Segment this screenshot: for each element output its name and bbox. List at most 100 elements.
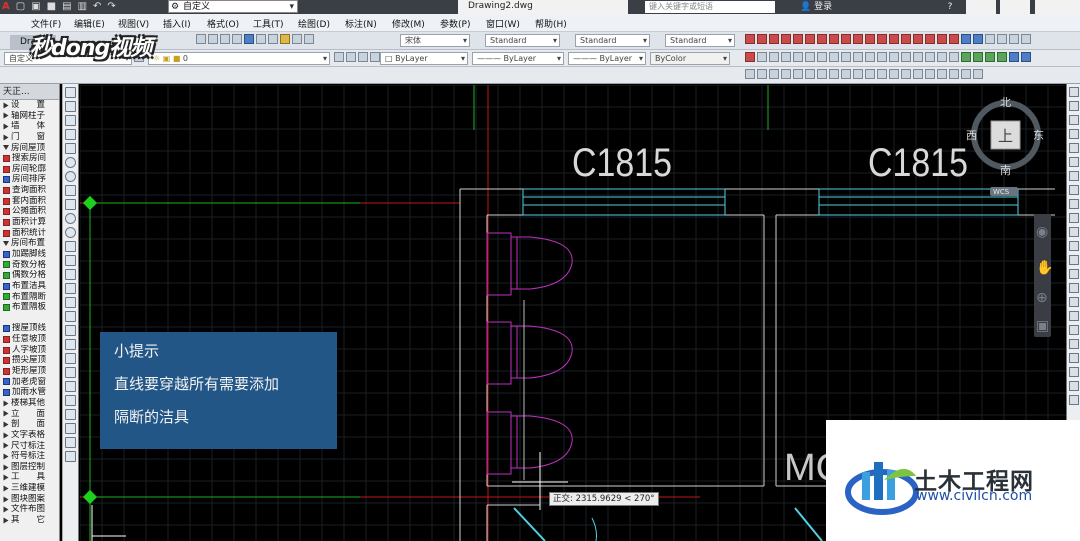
break-icon[interactable] xyxy=(889,52,899,62)
add-selected-icon[interactable] xyxy=(65,353,76,364)
palette-item[interactable]: 布置隔断 xyxy=(0,292,59,303)
mirror-object-icon[interactable] xyxy=(769,52,779,62)
viewcube-east[interactable]: 东 xyxy=(1033,129,1044,142)
palette-item[interactable]: 立 面 xyxy=(0,409,59,420)
point-icon[interactable] xyxy=(65,269,76,280)
view-front-icon[interactable] xyxy=(1068,143,1079,153)
polygon-icon[interactable] xyxy=(65,129,76,140)
walk-icon[interactable] xyxy=(1068,283,1079,293)
palette-item[interactable]: 尺寸标注 xyxy=(0,441,59,452)
palette-item[interactable]: 偶数分格 xyxy=(0,270,59,281)
ucs-zaxis-icon[interactable] xyxy=(901,69,911,79)
save-icon[interactable]: ■ xyxy=(47,1,56,12)
trim-icon[interactable] xyxy=(853,52,863,62)
explode-icon[interactable] xyxy=(949,52,959,62)
erase-icon[interactable] xyxy=(745,52,755,62)
radius-icon[interactable] xyxy=(793,34,803,44)
view-sw-icon[interactable] xyxy=(1068,171,1079,181)
aligned-dim-icon[interactable] xyxy=(757,34,767,44)
markup-icon[interactable] xyxy=(292,34,302,44)
tolerance-icon[interactable] xyxy=(901,34,911,44)
join-icon[interactable] xyxy=(901,52,911,62)
arc-length-icon[interactable] xyxy=(769,34,779,44)
fillet-icon[interactable] xyxy=(925,52,935,62)
viewcube-west[interactable]: 西 xyxy=(966,129,977,142)
palette-item[interactable]: 工 具 xyxy=(0,472,59,483)
palette-item[interactable]: 公摊面积 xyxy=(0,206,59,217)
text-font-select[interactable]: 宋体 ▾ xyxy=(400,34,470,47)
palette-item[interactable]: 文字表格 xyxy=(0,430,59,441)
redo-icon[interactable]: ↷ xyxy=(107,1,115,12)
jogged-linear-icon[interactable] xyxy=(937,34,947,44)
id-point-icon[interactable] xyxy=(65,423,76,434)
menu-file[interactable]: 文件(F) xyxy=(31,17,61,30)
palette-item[interactable]: 套内面积 xyxy=(0,196,59,207)
hatch-icon[interactable] xyxy=(65,283,76,294)
undo-tool-icon[interactable] xyxy=(65,451,76,462)
palette-item[interactable]: 面积统计 xyxy=(0,228,59,239)
move-icon[interactable] xyxy=(985,34,995,44)
view-left-icon[interactable] xyxy=(1068,115,1079,125)
ucs-origin-icon[interactable] xyxy=(889,69,899,79)
scale-icon[interactable] xyxy=(829,52,839,62)
dim-style-select[interactable]: Standard ▾ xyxy=(575,34,650,47)
zoom-previous-icon[interactable] xyxy=(232,34,242,44)
distance-icon[interactable] xyxy=(65,367,76,378)
palette-item[interactable]: 查询面积 xyxy=(0,185,59,196)
table-icon[interactable] xyxy=(65,325,76,336)
continuous-orbit-icon[interactable] xyxy=(1068,255,1079,265)
hatch-back-icon[interactable] xyxy=(805,69,815,79)
move-object-icon[interactable] xyxy=(805,52,815,62)
angular-icon[interactable] xyxy=(829,34,839,44)
search-input[interactable]: 键入关键字或短语 xyxy=(645,1,775,13)
palette-item[interactable]: 房间布置 xyxy=(0,238,59,249)
materials-icon[interactable] xyxy=(1068,353,1079,363)
calculator-icon[interactable] xyxy=(304,34,314,44)
open-file-icon[interactable]: ▣ xyxy=(31,1,40,12)
palette-item[interactable]: 加踢脚线 xyxy=(0,249,59,260)
extend-icon[interactable] xyxy=(865,52,875,62)
send-under-icon[interactable] xyxy=(781,69,791,79)
view-bottom-icon[interactable] xyxy=(1068,101,1079,111)
array-icon[interactable] xyxy=(793,52,803,62)
design-center-icon[interactable] xyxy=(256,34,266,44)
menu-insert[interactable]: 插入(I) xyxy=(163,17,191,30)
menu-modify[interactable]: 修改(M) xyxy=(392,17,425,30)
region-icon[interactable] xyxy=(65,311,76,322)
zoom-window-icon[interactable] xyxy=(220,34,230,44)
spline-icon[interactable] xyxy=(65,199,76,210)
lights-icon[interactable] xyxy=(1068,339,1079,349)
insert-block-icon[interactable] xyxy=(65,241,76,252)
construction-line-icon[interactable] xyxy=(65,101,76,112)
menu-parametric[interactable]: 参数(P) xyxy=(440,17,470,30)
palette-item[interactable]: 设 置 xyxy=(0,100,59,111)
rectangle-icon[interactable] xyxy=(65,143,76,154)
palette-item[interactable]: 其 它 xyxy=(0,515,59,526)
palette-item[interactable] xyxy=(0,313,59,324)
osnap-none-icon[interactable] xyxy=(1021,52,1031,62)
layer-off-icon[interactable] xyxy=(370,52,380,62)
palette-item[interactable]: 矩形屋顶 xyxy=(0,366,59,377)
stretch-icon[interactable] xyxy=(841,52,851,62)
view-nw-icon[interactable] xyxy=(1068,213,1079,223)
zoom-icon[interactable] xyxy=(208,34,218,44)
palette-item[interactable]: 布置隔板 xyxy=(0,302,59,313)
send-back-icon[interactable] xyxy=(757,69,767,79)
break-point-icon[interactable] xyxy=(877,52,887,62)
ucs-apply-icon[interactable] xyxy=(961,69,971,79)
palette-item[interactable]: 搜索房间 xyxy=(0,153,59,164)
section-icon[interactable] xyxy=(1068,395,1079,405)
ellipse-arc-icon[interactable] xyxy=(65,227,76,238)
palette-item[interactable]: 图块图案 xyxy=(0,494,59,505)
view-top-icon[interactable] xyxy=(1068,87,1079,97)
minimize-button[interactable] xyxy=(966,0,996,14)
list-icon[interactable] xyxy=(65,409,76,420)
osnap-cen-icon[interactable] xyxy=(1009,52,1019,62)
palette-item[interactable]: 楼梯其他 xyxy=(0,398,59,409)
polyline-icon[interactable] xyxy=(65,115,76,126)
palette-item[interactable]: 加雨水管 xyxy=(0,387,59,398)
menu-draw[interactable]: 绘图(D) xyxy=(298,17,330,30)
make-block-icon[interactable] xyxy=(65,255,76,266)
mirror-icon[interactable] xyxy=(1009,34,1019,44)
mtext-icon[interactable] xyxy=(65,339,76,350)
